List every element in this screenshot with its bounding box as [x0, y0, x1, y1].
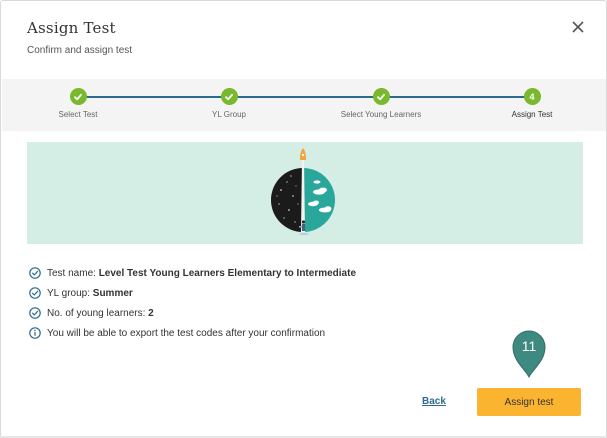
info-icon — [29, 327, 41, 339]
check-circle-icon — [29, 287, 41, 299]
test-name-label: Test name: — [47, 267, 99, 279]
progress-stepper: Select Test YL Group Select Young Learne… — [2, 79, 606, 131]
assign-test-button[interactable]: Assign test — [477, 388, 581, 416]
summary-learner-count: No. of young learners: 2 — [29, 303, 356, 323]
summary-test-name: Test name: Level Test Young Learners Ele… — [29, 263, 356, 283]
checkmark-icon — [220, 88, 238, 105]
assign-test-dialog: Assign Test Confirm and assign test Sele… — [0, 0, 607, 438]
step-label: Select Young Learners — [340, 110, 422, 119]
step-select-young-learners: Select Young Learners — [321, 88, 441, 119]
back-link[interactable]: Back — [422, 396, 446, 407]
summary-export-note: You will be able to export the test code… — [29, 323, 356, 343]
close-icon — [572, 21, 584, 33]
close-button[interactable] — [568, 17, 588, 37]
dialog-subtitle: Confirm and assign test — [27, 45, 133, 56]
assignment-summary: Test name: Level Test Young Learners Ele… — [29, 263, 356, 343]
check-circle-icon — [29, 267, 41, 279]
illustration-banner — [27, 142, 583, 244]
yl-group-label: YL group: — [47, 287, 93, 299]
step-marker-number: 11 — [521, 338, 537, 354]
dialog-title: Assign Test — [27, 19, 116, 37]
checkmark-icon — [372, 88, 390, 105]
dialog-header: Assign Test Confirm and assign test — [27, 19, 132, 56]
learner-count-label: No. of young learners: — [47, 307, 149, 319]
step-yl-group: YL Group — [169, 88, 289, 119]
summary-yl-group: YL group: Summer — [29, 283, 356, 303]
checkmark-icon — [69, 88, 87, 105]
export-note-text: You will be able to export the test code… — [47, 327, 326, 339]
stepper-line — [79, 96, 534, 98]
step-label: Select Test — [58, 110, 98, 119]
learner-count-value: 2 — [148, 307, 154, 319]
step-label: YL Group — [212, 110, 246, 119]
step-assign-test: 4 Assign Test — [472, 88, 592, 119]
step-label: Assign Test — [511, 110, 553, 119]
step-number: 4 — [523, 88, 541, 105]
yl-group-value: Summer — [92, 287, 133, 299]
check-circle-icon — [29, 307, 41, 319]
rocket-moon-illustration — [271, 148, 335, 235]
step-select-test: Select Test — [18, 88, 138, 119]
test-name-value: Level Test Young Learners Elementary to … — [98, 267, 357, 279]
